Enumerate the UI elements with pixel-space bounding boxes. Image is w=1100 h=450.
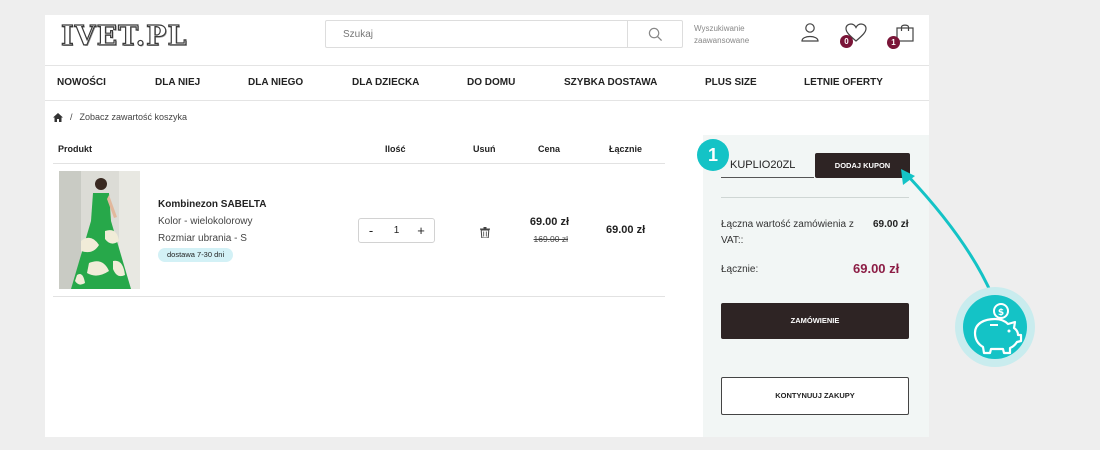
pointer-arrow-icon [901,169,994,296]
svg-text:$: $ [998,308,1004,318]
piggy-bank-icon: $ [973,303,1023,355]
